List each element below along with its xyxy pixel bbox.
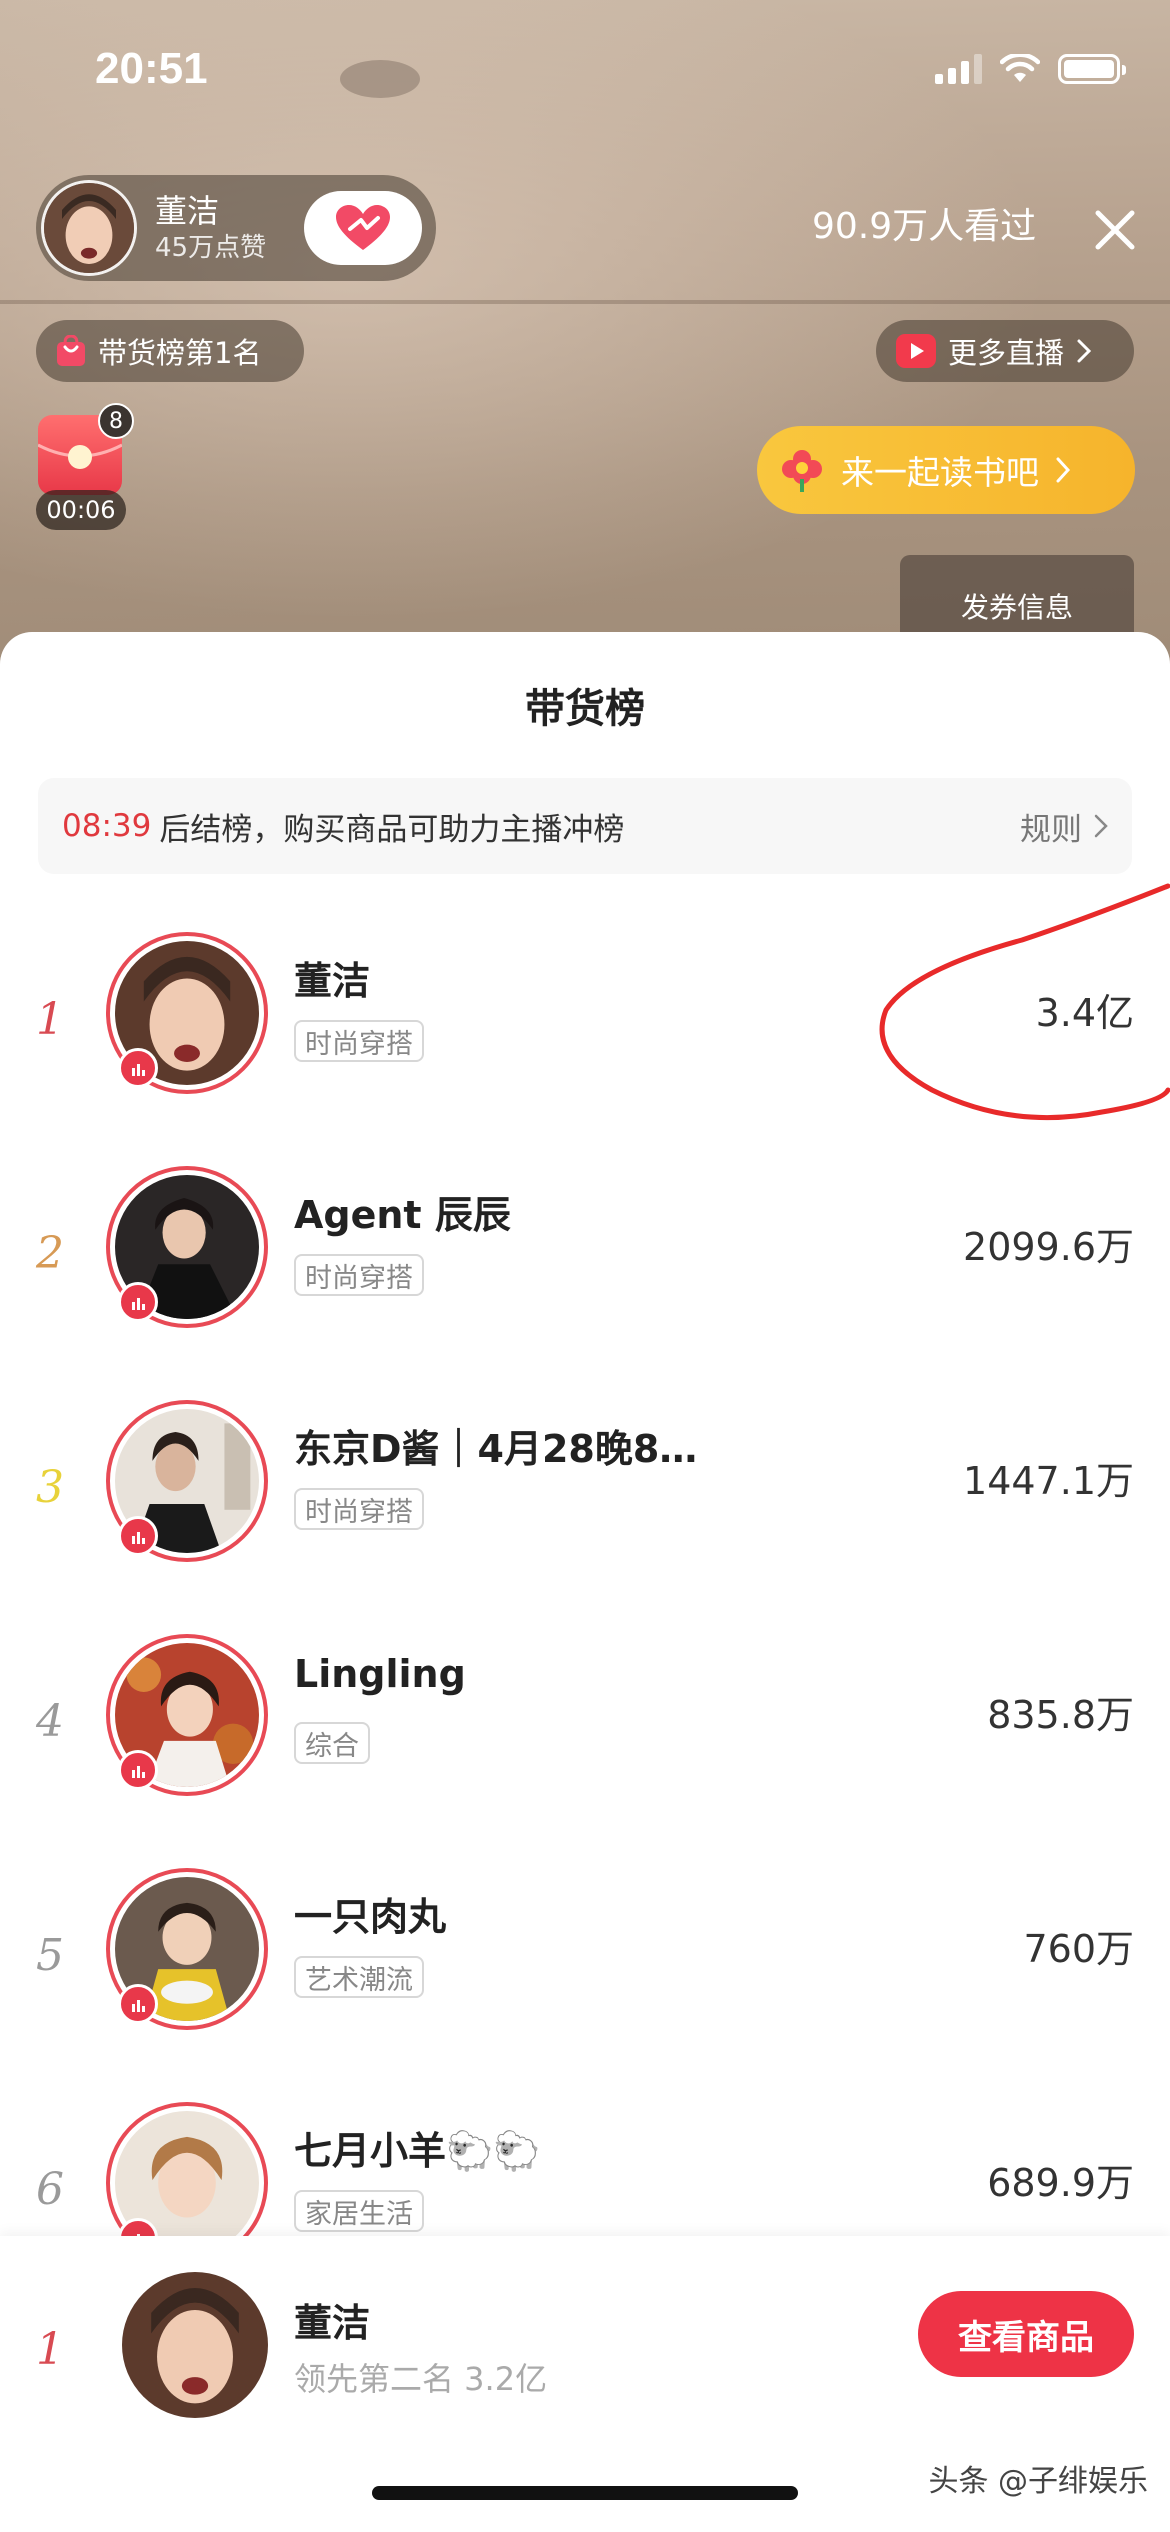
category-tag: 综合 [294,1722,370,1764]
category-tag: 时尚穿搭 [294,1020,424,1062]
notice-countdown: 08:39 [62,808,152,844]
ranking-notice: 08:39 后结榜，购买商品可助力主播冲榜 规则 [38,778,1132,874]
rank-number: 5 [36,1930,64,1981]
rank-number: 2 [36,1228,64,1279]
viewer-count: 90.9万人看过 [812,206,1037,247]
rank-number: 1 [36,2324,64,2375]
red-circle-annotation [879,883,1170,1121]
live-indicator-icon [118,1516,158,1556]
lead-margin: 领先第二名 3.2亿 [294,2360,548,2398]
more-live-button[interactable]: 更多直播 [876,320,1134,382]
ceiling-light [340,60,420,98]
follow-button[interactable] [304,191,422,265]
chevron-right-icon[interactable] [1094,814,1108,838]
rank-number: 4 [36,1696,64,1747]
sales-rank-label: 带货榜第1名 [98,336,262,370]
streamer-name: 董洁 [294,959,371,1003]
host-avatar[interactable] [122,2272,268,2418]
heart-icon [336,205,390,250]
live-indicator-icon [118,1048,158,1088]
sales-value: 2099.6万 [963,1225,1134,1269]
streamer-name: 一只肉丸 [294,1895,447,1939]
chevron-right-icon [1077,339,1092,363]
reading-activity-label: 来一起读书吧 [841,453,1039,492]
rank-number: 3 [36,1462,64,1513]
host-avatar[interactable] [41,180,137,276]
red-packet-count: 8 [98,403,134,439]
chevron-right-icon [1056,457,1071,483]
play-icon [896,334,936,368]
category-tag: 艺术潮流 [294,1956,424,1998]
category-tag: 时尚穿搭 [294,1254,424,1296]
streamer-name: Lingling [294,1652,466,1696]
watermark: 头条 @子绯娱乐 [928,2464,1148,2499]
category-tag: 时尚穿搭 [294,1488,424,1530]
sales-value: 689.9万 [987,2161,1134,2205]
host-likes: 45万点赞 [155,233,267,263]
signal-icon [935,54,982,84]
red-packet[interactable]: 8 [37,403,134,499]
sales-rank-pill[interactable]: 带货榜第1名 [36,320,304,382]
ranking-row[interactable]: 5 一只肉丸 艺术潮流 760万 [0,1868,1170,2102]
flower-icon [782,450,822,492]
rank-number: 6 [36,2164,64,2215]
view-products-button[interactable]: 查看商品 [918,2291,1134,2377]
streamer-name: 东京D酱｜4月28晚8… [294,1427,698,1471]
battery-icon [1058,54,1126,84]
ranking-row[interactable]: 4 Lingling 综合 835.8万 [0,1634,1170,1868]
ranking-row[interactable]: 3 东京D酱｜4月28晚8… 时尚穿搭 1447.1万 [0,1400,1170,1634]
live-indicator-icon [118,1750,158,1790]
close-icon[interactable] [1090,205,1140,255]
sales-value: 835.8万 [987,1693,1134,1737]
sales-value: 760万 [1023,1927,1134,1971]
home-indicator[interactable] [372,2486,798,2500]
coupon-info-label: 发券信息 [960,591,1073,624]
rank-number: 1 [36,994,64,1045]
live-indicator-icon [118,1984,158,2024]
more-live-label: 更多直播 [948,336,1065,370]
sheet-title: 带货榜 [525,686,645,732]
host-name: 董洁 [294,2301,371,2345]
sales-value: 1447.1万 [963,1459,1134,1503]
status-time: 20:51 [95,44,208,93]
wifi-icon [1000,54,1040,82]
streamer-name: 七月小羊🐑🐑 [294,2129,541,2173]
category-tag: 家居生活 [294,2190,424,2232]
notice-text: 后结榜，购买商品可助力主播冲榜 [159,811,625,848]
rules-link[interactable]: 规则 [1020,804,1082,849]
live-indicator-icon [118,1282,158,1322]
status-icons [935,54,1126,84]
ranking-row[interactable]: 2 Agent 辰辰 时尚穿搭 2099.6万 [0,1166,1170,1400]
red-packet-countdown: 00:06 [36,490,126,530]
streamer-name: Agent 辰辰 [294,1193,511,1237]
host-card[interactable]: 董洁 45万点赞 [36,175,436,281]
ranking-list: 1 董洁 时尚穿搭 3.4亿 2 Agent 辰辰 时尚穿搭 2099.6万 3 [0,932,1170,2336]
host-name: 董洁 [155,192,220,230]
shopping-bag-icon [57,335,85,366]
reading-activity-button[interactable]: 来一起读书吧 [757,426,1135,514]
